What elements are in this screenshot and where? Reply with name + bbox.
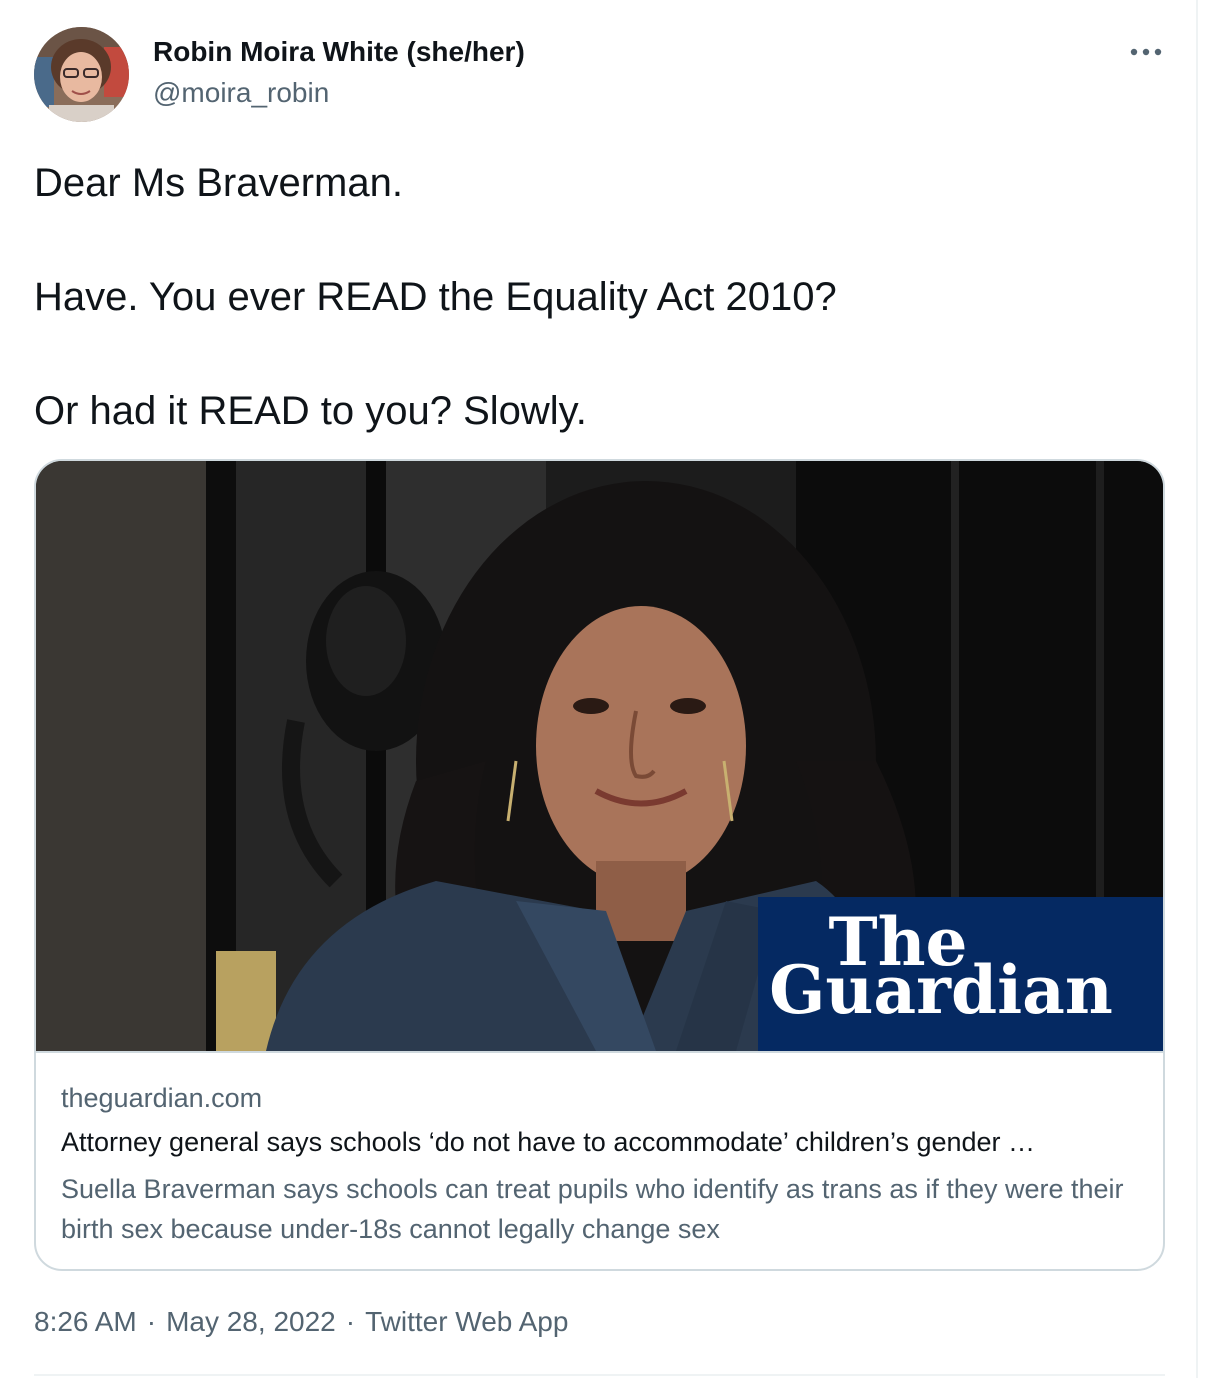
card-image[interactable]: The Guardian: [36, 461, 1163, 1051]
guardian-logo-line2: Guardian: [769, 951, 1113, 1029]
avatar-photo: [34, 27, 129, 122]
meta-separator: ·: [345, 1306, 356, 1337]
article-photo: The Guardian: [36, 461, 1163, 1051]
tweet-paragraph: Or had it READ to you? Slowly.: [34, 389, 587, 433]
author-name[interactable]: Robin Moira White (she/her): [153, 36, 525, 68]
more-options-button[interactable]: [1122, 32, 1170, 72]
card-domain: theguardian.com: [61, 1083, 263, 1113]
card-description: Suella Braverman says schools can treat …: [61, 1174, 1124, 1244]
tweet-paragraph: Dear Ms Braverman.: [34, 161, 403, 205]
more-horizontal-icon: [1130, 48, 1162, 56]
author-avatar[interactable]: [34, 27, 129, 122]
author-handle[interactable]: @moira_robin: [153, 77, 329, 109]
divider: [34, 1374, 1165, 1376]
tweet-source[interactable]: Twitter Web App: [365, 1306, 568, 1337]
tweet-date[interactable]: May 28, 2022: [166, 1306, 336, 1337]
tweet-text: Dear Ms Braverman. Have. You ever READ t…: [34, 160, 1164, 502]
tweet-paragraph: Have. You ever READ the Equality Act 201…: [34, 275, 837, 319]
tweet-meta: 8:26 AM · May 28, 2022 · Twitter Web App: [34, 1306, 568, 1338]
link-card[interactable]: The Guardian theguardian.com Attorney ge…: [34, 459, 1165, 1271]
tweet-time[interactable]: 8:26 AM: [34, 1306, 137, 1337]
meta-separator: ·: [146, 1306, 157, 1337]
tweet: Robin Moira White (she/her) @moira_robin…: [0, 0, 1198, 1378]
card-title: Attorney general says schools ‘do not ha…: [61, 1127, 1036, 1157]
card-divider: [36, 1051, 1163, 1053]
